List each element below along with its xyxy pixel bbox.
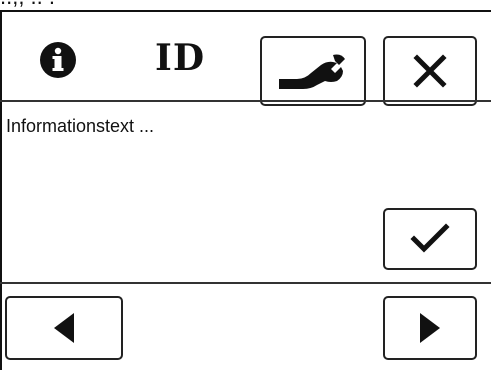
- top-caption: ..,, .. .: [0, 0, 491, 8]
- header-bar: ID: [0, 10, 491, 106]
- previous-button[interactable]: [5, 296, 123, 360]
- close-icon: [413, 54, 447, 88]
- footer-divider: [0, 282, 491, 284]
- triangle-left-icon: [54, 313, 74, 343]
- close-button[interactable]: [383, 36, 477, 106]
- next-button[interactable]: [383, 296, 477, 360]
- information-text: Informationstext ...: [6, 116, 155, 136]
- wrench-icon: [279, 54, 345, 89]
- confirm-button[interactable]: [383, 208, 477, 270]
- checkmark-icon: [410, 223, 450, 253]
- triangle-right-icon: [420, 313, 440, 343]
- id-label: ID: [155, 37, 206, 79]
- info-icon: [40, 42, 76, 78]
- header-divider: [0, 100, 491, 102]
- settings-button[interactable]: [260, 36, 366, 106]
